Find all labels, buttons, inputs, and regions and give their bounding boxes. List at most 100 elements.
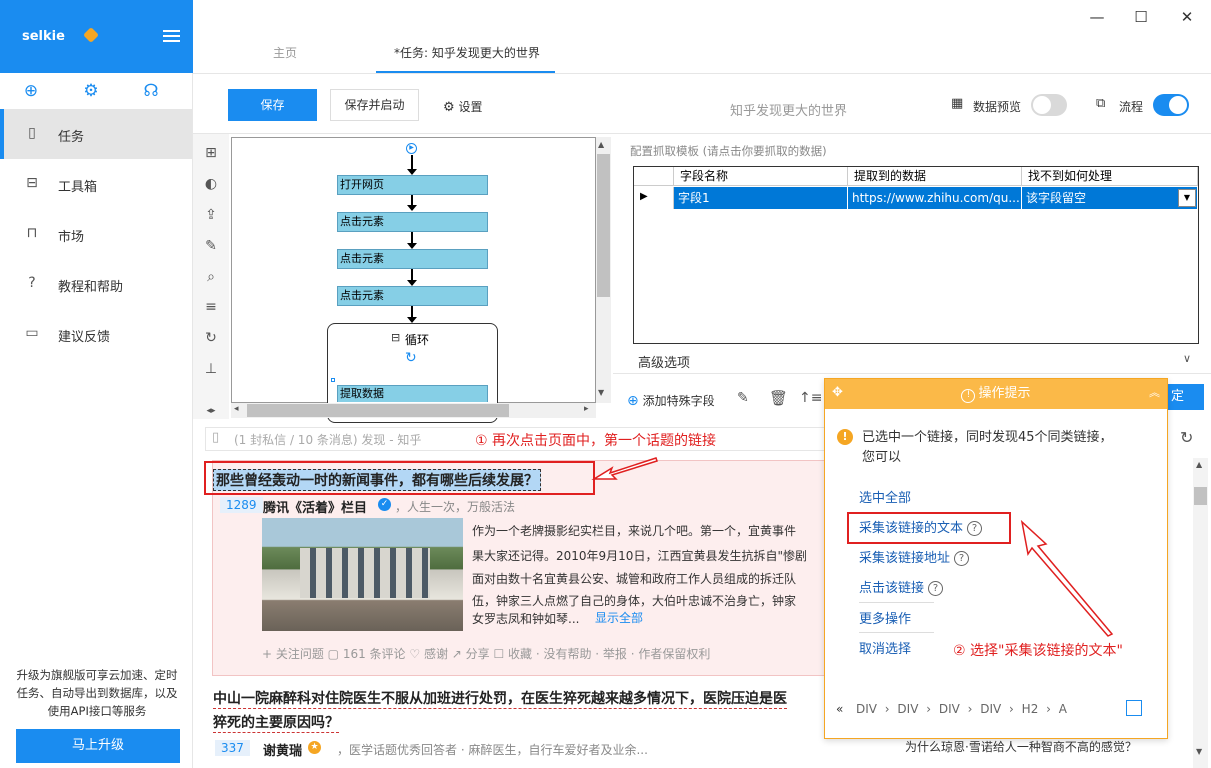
expand-icon[interactable]: ◂▸: [201, 401, 221, 421]
partial-button[interactable]: 定: [1165, 384, 1204, 410]
settings-button[interactable]: ⚙ 设置: [443, 98, 483, 115]
author-name[interactable]: 腾讯《活着》栏目: [263, 497, 367, 516]
lock-icon: ⊓: [26, 225, 38, 241]
sidebar-item-help[interactable]: ? 教程和帮助: [0, 259, 192, 309]
option-cancel-selection[interactable]: 取消选择: [859, 638, 911, 657]
vote-count[interactable]: 1289: [220, 497, 263, 513]
sidebar-item-task[interactable]: ▯ 任务: [0, 109, 192, 159]
loop-label: 循环: [405, 333, 430, 347]
flow-arrow: [411, 232, 413, 243]
data-preview-toggle[interactable]: [1031, 94, 1067, 116]
sidebar-item-label: 市场: [58, 230, 85, 245]
sidebar-item-feedback[interactable]: ▭ 建议反馈: [0, 309, 192, 359]
annotation-box: [204, 461, 595, 495]
element-path-breadcrumb[interactable]: DIV › DIV › DIV › DIV › H2 › A: [856, 702, 1067, 716]
move-icon[interactable]: ✥: [832, 385, 843, 400]
add-task-icon[interactable]: ⊕: [22, 82, 40, 100]
gear-icon: ⚙: [443, 100, 455, 115]
option-click-link[interactable]: 点击该链接?: [859, 577, 944, 596]
question-link-continued[interactable]: 猝死的主要原因吗？: [213, 712, 339, 733]
headset-icon[interactable]: ☊: [142, 82, 160, 100]
edit-icon[interactable]: ✎: [201, 236, 221, 256]
collapse-up-icon[interactable]: ︽: [1149, 384, 1160, 400]
popup-header[interactable]: ! 操作提示: [825, 379, 1167, 409]
step-click-element[interactable]: 点击元素: [337, 249, 488, 269]
refresh-icon[interactable]: ↻: [1180, 428, 1193, 447]
chevron-down-icon[interactable]: ∨: [1183, 352, 1191, 365]
sidebar-item-label: 工具箱: [58, 180, 98, 195]
sidebar-item-label: 建议反馈: [58, 330, 111, 345]
sidebar-item-toolbox[interactable]: ⊟ 工具箱: [0, 159, 192, 209]
scroll-up-icon[interactable]: ▲: [598, 140, 604, 149]
column-header: 提取到的数据: [848, 167, 1022, 186]
show-all-link[interactable]: 显示全部: [595, 609, 643, 626]
divider: [193, 133, 1211, 134]
scrollbar-thumb[interactable]: [597, 154, 610, 297]
help-icon[interactable]: ?: [954, 551, 970, 566]
help-icon: ?: [28, 275, 36, 291]
loop-icon[interactable]: ↻: [201, 328, 221, 348]
flow-arrow: [411, 155, 413, 169]
edit-field-icon[interactable]: ✎: [737, 390, 749, 406]
cell-handling-select[interactable]: 该字段留空: [1022, 187, 1198, 209]
page-title-text: (1 封私信 / 10 条消息) 发现 - 知乎: [234, 433, 422, 447]
divider: [193, 73, 1211, 74]
option-more-actions[interactable]: 更多操作: [859, 608, 911, 627]
collapse-icon[interactable]: ⊟: [391, 331, 400, 344]
list-icon[interactable]: ≡: [201, 297, 221, 317]
search-icon[interactable]: ⌕: [201, 267, 221, 287]
cell-field-name[interactable]: 字段1: [674, 187, 848, 209]
warning-icon: !: [837, 429, 853, 445]
answer-actions[interactable]: + 关注问题 ▢ 161 条评论 ♡ 感谢 ↗ 分享 ☐ 收藏 · 没有帮助 ·…: [262, 645, 710, 662]
author-name[interactable]: 谢黄瑞: [263, 740, 302, 759]
step-extract-data[interactable]: 提取数据: [337, 385, 488, 402]
export-icon[interactable]: ⇪: [201, 205, 221, 225]
move-up-icon[interactable]: ↑≡: [799, 390, 822, 406]
add-page-icon[interactable]: ⊞: [201, 143, 221, 163]
step-open-page[interactable]: 打开网页: [337, 175, 488, 195]
sidebar-item-market[interactable]: ⊓ 市场: [0, 209, 192, 259]
help-icon[interactable]: ?: [928, 581, 944, 596]
minimize-icon[interactable]: —: [1087, 8, 1107, 28]
vote-count[interactable]: 337: [215, 740, 250, 756]
gear-icon[interactable]: ⚙: [82, 82, 100, 100]
save-button[interactable]: 保存: [228, 89, 317, 121]
branch-icon[interactable]: ⊥: [201, 359, 221, 379]
close-icon[interactable]: ✕: [1177, 8, 1197, 28]
collapse-left-icon[interactable]: «: [836, 702, 843, 716]
flow-toggle[interactable]: [1153, 94, 1189, 116]
step-click-element[interactable]: 点击元素: [337, 286, 488, 306]
upgrade-button[interactable]: 马上升级: [16, 729, 180, 763]
scroll-right-icon[interactable]: ▸: [584, 404, 589, 414]
external-link-icon[interactable]: [1126, 700, 1142, 716]
feedback-icon: ▭: [25, 325, 39, 341]
photo-building: [300, 548, 430, 598]
verified-icon: ✓: [378, 498, 391, 511]
scroll-left-icon[interactable]: ◂: [234, 404, 239, 414]
save-and-start-button[interactable]: 保存并启动: [330, 89, 419, 121]
chevron-down-icon[interactable]: ▼: [1178, 189, 1196, 207]
question-link[interactable]: 中山一院麻醉科对住院医生不服从加班进行处罚，在医生猝死越来越多情况下，医院压迫是…: [213, 688, 787, 709]
advanced-options[interactable]: 高级选项: [638, 352, 690, 371]
scrollbar-thumb[interactable]: [1194, 487, 1207, 505]
step-click-element[interactable]: 点击元素: [337, 212, 488, 232]
author-bio: ，人生一次，万般活法: [395, 500, 516, 514]
related-question-link[interactable]: 为什么琼恩·雪诺给人一种智商不高的感觉？: [905, 738, 1137, 755]
hamburger-menu-icon[interactable]: [163, 30, 180, 42]
scroll-down-icon[interactable]: ▼: [598, 388, 604, 397]
tab-home[interactable]: 主页: [273, 44, 297, 61]
scroll-up-icon[interactable]: ▲: [1196, 460, 1202, 469]
tab-task[interactable]: *任务: 知乎发现更大的世界: [394, 44, 540, 61]
answer-text: 伍，钟家三人点燃了自己的身体，大伯叶忠诚不治身亡，钟家: [472, 594, 797, 608]
maximize-icon[interactable]: ☐: [1131, 8, 1151, 28]
loop-handle: [331, 378, 335, 382]
scrollbar-thumb[interactable]: [247, 404, 509, 417]
scroll-down-icon[interactable]: ▼: [1196, 747, 1202, 756]
flow-arrow: [411, 306, 413, 317]
delete-icon[interactable]: 🗑: [769, 389, 788, 407]
option-select-all[interactable]: 选中全部: [859, 487, 911, 506]
click-icon[interactable]: ◐: [201, 174, 221, 194]
option-extract-link-url[interactable]: 采集该链接地址?: [859, 547, 970, 566]
add-special-field-button[interactable]: ⊕ 添加特殊字段: [627, 392, 715, 409]
cell-extracted-data[interactable]: https://www.zhihu.com/qu...: [848, 187, 1022, 209]
